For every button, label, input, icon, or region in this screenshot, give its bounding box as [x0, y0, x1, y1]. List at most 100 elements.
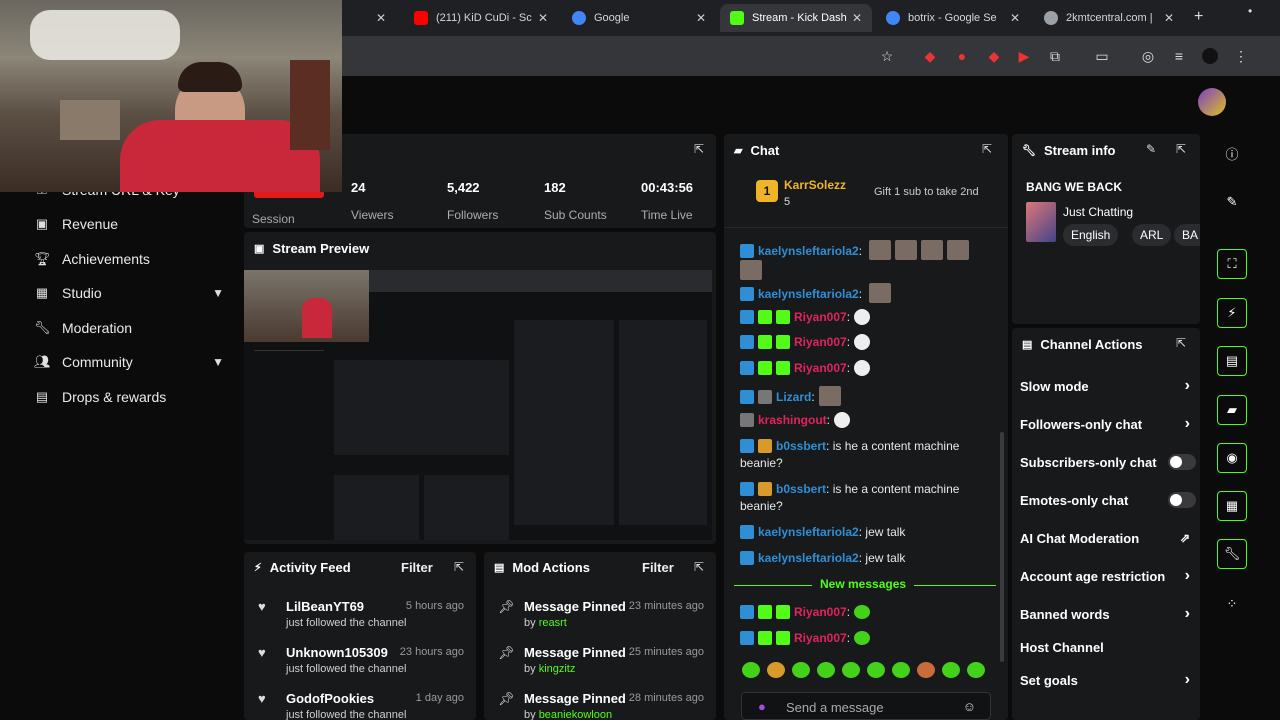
sidebar-item-achievements[interactable]: 🏆︎ Achievements — [34, 251, 150, 267]
emote-icon[interactable] — [867, 662, 885, 678]
chat-username[interactable]: Riyan007 — [794, 361, 847, 375]
emoji-icon[interactable]: ☺ — [963, 699, 976, 714]
extension-icon[interactable]: ● — [954, 48, 970, 64]
popout-icon[interactable]: ⇱ — [692, 560, 706, 574]
tab-partial[interactable]: ✕ — [346, 4, 396, 32]
tab-2kmtcentral[interactable]: 2kmtcentral.com | ✕ — [1034, 4, 1184, 32]
sidebar-item-drops[interactable]: ▤ Drops & rewards — [34, 389, 166, 405]
emote-icon[interactable] — [742, 662, 760, 678]
banned-words-row[interactable]: Banned words › — [1020, 605, 1196, 622]
chat-username[interactable]: b0ssbert — [776, 482, 826, 496]
host-channel-row[interactable]: Host Channel — [1020, 640, 1196, 655]
chat-username[interactable]: Riyan007 — [794, 335, 847, 349]
subscribers-only-toggle[interactable] — [1168, 454, 1196, 470]
wrench-icon[interactable]: 🔧︎ — [1217, 539, 1247, 569]
top-gifter-name[interactable]: KarrSolezz — [784, 178, 846, 192]
chat-username[interactable]: Riyan007 — [794, 605, 847, 619]
close-tab-icon[interactable]: ✕ — [376, 11, 386, 25]
tab-youtube[interactable]: (211) KiD CuDi - Sc ✕ — [404, 4, 558, 32]
notes-icon[interactable]: ▤ — [1217, 346, 1247, 376]
mod-filter-button[interactable]: Filter — [642, 560, 674, 575]
info-icon[interactable]: ⓘ — [1217, 138, 1247, 168]
moderator-name[interactable]: beaniekowloon — [539, 709, 612, 720]
popout-icon[interactable]: ⇱ — [452, 560, 466, 574]
sidebar-item-revenue[interactable]: ▣ Revenue — [34, 216, 118, 232]
tab-google[interactable]: Google ✕ — [562, 4, 716, 32]
fullscreen-icon[interactable]: ⛶ — [1217, 249, 1247, 279]
emote-icon[interactable] — [842, 662, 860, 678]
emote-icon[interactable] — [767, 662, 785, 678]
stream-preview-video[interactable] — [244, 270, 712, 540]
extension-icon[interactable]: ▶ — [1016, 48, 1032, 64]
chat-username[interactable]: b0ssbert — [776, 439, 826, 453]
shield-icon[interactable]: ◎ — [1140, 48, 1156, 64]
media-icon[interactable]: ≡ — [1171, 48, 1187, 64]
emote-icon[interactable] — [917, 662, 935, 678]
follower-name[interactable]: GodofPookies — [286, 691, 374, 706]
edit-pencil-icon[interactable]: ✎ — [1217, 187, 1247, 217]
popout-icon[interactable]: ⇱ — [980, 142, 994, 156]
extension-icon[interactable]: ◆ — [986, 48, 1002, 64]
chat-bubble-icon[interactable]: ▰ — [1217, 395, 1247, 425]
chat-username[interactable]: Riyan007 — [794, 310, 847, 324]
follower-name[interactable]: Unknown105309 — [286, 645, 388, 660]
followers-only-row[interactable]: Followers-only chat › — [1020, 415, 1196, 432]
extension-icon[interactable]: ◆ — [922, 48, 938, 64]
category-name[interactable]: Just Chatting — [1063, 205, 1133, 219]
activity-filter-button[interactable]: Filter — [401, 560, 433, 575]
emote-icon[interactable] — [967, 662, 985, 678]
emote-icon[interactable] — [792, 662, 810, 678]
close-tab-icon[interactable]: ✕ — [696, 11, 706, 25]
chat-username[interactable]: kaelynsleftariola2 — [758, 244, 859, 258]
chat-scrollbar[interactable] — [1000, 432, 1004, 662]
new-messages-label[interactable]: New messages — [812, 577, 915, 591]
moderator-name[interactable]: reasrt — [539, 617, 567, 629]
close-tab-icon[interactable]: ✕ — [1010, 11, 1020, 25]
chat-username[interactable]: krashingout — [758, 413, 827, 427]
browser-menu-icon[interactable]: • — [1248, 4, 1252, 18]
ai-moderation-row[interactable]: AI Chat Moderation ⇗ — [1020, 531, 1196, 546]
edit-pencil-icon[interactable]: ✎ — [1144, 142, 1158, 156]
lightning-icon[interactable]: ⚡︎ — [1217, 298, 1247, 328]
set-goals-row[interactable]: Set goals › — [1020, 671, 1196, 688]
category-thumbnail[interactable] — [1026, 202, 1056, 242]
more-vertical-icon[interactable]: ⋮ — [1233, 48, 1249, 64]
chat-username[interactable]: kaelynsleftariola2 — [758, 525, 859, 539]
popout-icon[interactable]: ⇱ — [1174, 142, 1188, 156]
cast-icon[interactable]: ▭ — [1094, 48, 1110, 64]
sidebar-item-studio[interactable]: ▦ Studio ▼ — [34, 285, 224, 301]
emote-icon[interactable] — [892, 662, 910, 678]
tab-google-search[interactable]: botrix - Google Se ✕ — [876, 4, 1030, 32]
bookmark-star-icon[interactable]: ☆ — [879, 48, 895, 64]
tab-kick-dashboard[interactable]: Stream - Kick Dash ✕ — [720, 4, 872, 32]
sidebar-item-community[interactable]: 👥︎ Community ▼ — [34, 354, 224, 370]
new-tab-button[interactable]: + — [1194, 8, 1203, 26]
gift-badge-icon — [776, 310, 790, 324]
microphone-icon[interactable]: ● — [758, 699, 766, 714]
layout-icon[interactable]: ▦ — [1217, 491, 1247, 521]
broadcast-icon[interactable]: ◉ — [1217, 443, 1247, 473]
chat-username[interactable]: kaelynsleftariola2 — [758, 551, 859, 565]
emotes-only-toggle[interactable] — [1168, 492, 1196, 508]
slow-mode-row[interactable]: Slow mode › — [1020, 377, 1196, 394]
chat-username[interactable]: Riyan007 — [794, 631, 847, 645]
user-avatar[interactable] — [1198, 88, 1226, 116]
puzzle-icon[interactable]: ⧉ — [1047, 48, 1063, 64]
close-tab-icon[interactable]: ✕ — [852, 11, 862, 25]
moderator-name[interactable]: kingzitz — [539, 663, 576, 675]
sidebar-item-moderation[interactable]: 🔧︎ Moderation — [34, 320, 132, 336]
follower-name[interactable]: LilBeanYT69 — [286, 599, 364, 614]
profile-avatar-icon[interactable] — [1202, 48, 1218, 64]
account-age-row[interactable]: Account age restriction › — [1020, 567, 1196, 584]
close-tab-icon[interactable]: ✕ — [538, 11, 548, 25]
apps-icon[interactable]: ⁘ — [1217, 589, 1247, 619]
gift-cta[interactable]: Gift 1 sub to take 2nd — [874, 186, 979, 198]
emote-icon[interactable] — [942, 662, 960, 678]
chat-username[interactable]: Lizard — [776, 390, 811, 404]
popout-icon[interactable]: ⇱ — [692, 142, 706, 156]
popout-icon[interactable]: ⇱ — [1174, 336, 1188, 350]
close-tab-icon[interactable]: ✕ — [1164, 11, 1174, 25]
chat-username[interactable]: kaelynsleftariola2 — [758, 287, 859, 301]
chat-input[interactable]: ● Send a message ☺ — [741, 692, 991, 720]
emote-icon[interactable] — [817, 662, 835, 678]
